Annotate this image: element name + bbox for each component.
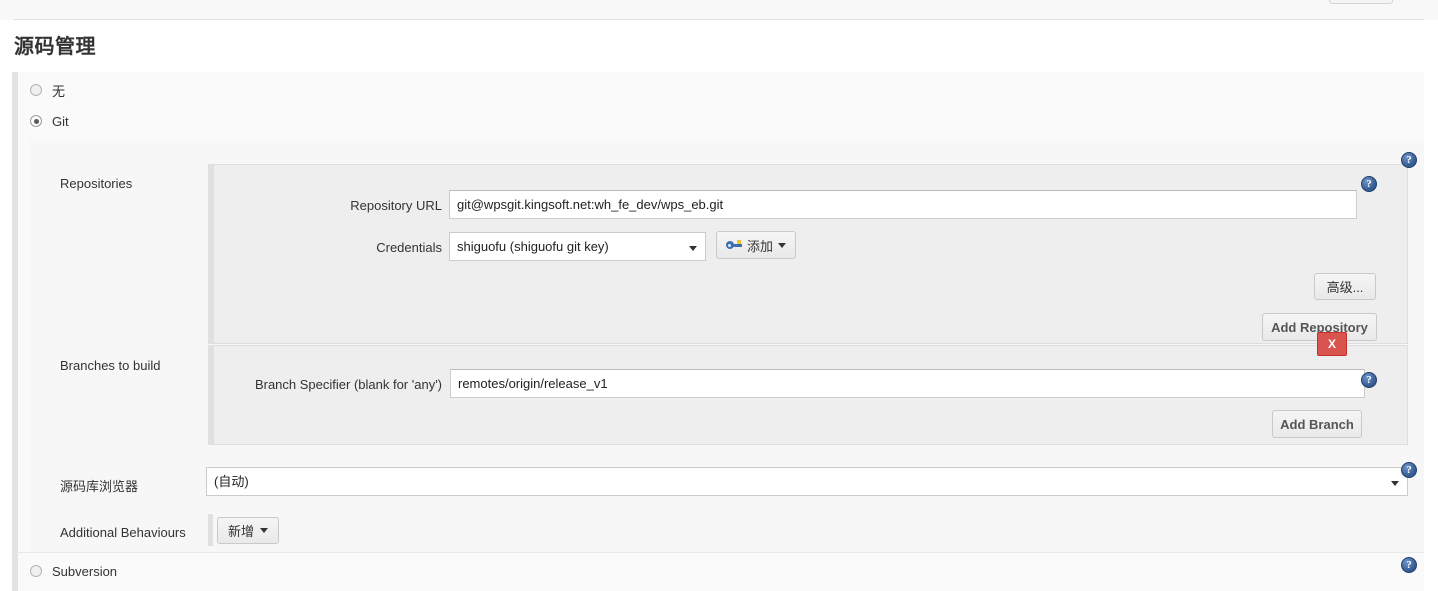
radio-none[interactable] [30,84,42,96]
radio-row-none[interactable]: 无 [30,81,65,99]
repository-url-label: Repository URL [254,198,442,213]
radio-label-none: 无 [52,81,65,100]
credentials-label: Credentials [254,240,442,255]
help-icon-repository-url[interactable]: ? [1361,176,1377,192]
help-icon-repository-browser[interactable]: ? [1401,462,1417,478]
credentials-select[interactable]: shiguofu (shiguofu git key) [449,232,706,261]
branches-section: Branches to build X Branch Specifier (bl… [30,337,1424,447]
add-credentials-button[interactable]: 添加 [716,231,796,259]
subversion-section: Subversion [12,553,1424,591]
additional-behaviours-tab [208,514,213,546]
top-divider [14,19,1424,20]
scm-section: 无 Git Repositories Repository URL git@wp… [12,72,1424,552]
add-behaviour-label: 新增 [228,521,254,540]
key-icon [726,240,742,250]
add-credentials-label: 添加 [747,236,773,255]
chevron-down-icon [260,528,268,533]
radio-git[interactable] [30,115,42,127]
repository-browser-select[interactable]: (自动) [206,467,1408,496]
radio-row-git[interactable]: Git [30,112,69,130]
branch-specifier-input[interactable]: remotes/origin/release_v1 [450,369,1365,398]
repositories-panel: Repository URL git@wpsgit.kingsoft.net:w… [213,164,1408,344]
help-icon-scm[interactable]: ? [1401,152,1417,168]
radio-subversion[interactable] [30,565,42,577]
branch-specifier-label: Branch Specifier (blank for 'any') [214,377,442,392]
radio-label-git: Git [52,114,69,129]
git-config-area: Repositories Repository URL git@wpsgit.k… [30,140,1424,552]
chevron-down-icon [778,243,786,248]
repository-browser-label: 源码库浏览器 [60,476,138,495]
radio-label-subversion: Subversion [52,564,117,579]
top-strip [0,0,1438,20]
repositories-section: Repositories Repository URL git@wpsgit.k… [30,156,1424,342]
help-icon-subversion[interactable]: ? [1401,557,1417,573]
radio-row-subversion[interactable]: Subversion [30,562,117,580]
add-behaviour-button[interactable]: 新增 [217,517,279,544]
advanced-button[interactable]: 高级... [1314,273,1376,300]
help-icon-branch-specifier[interactable]: ? [1361,372,1377,388]
repository-url-input[interactable]: git@wpsgit.kingsoft.net:wh_fe_dev/wps_eb… [449,190,1357,219]
add-branch-button[interactable]: Add Branch [1272,410,1362,438]
page-title: 源码管理 [14,30,96,59]
delete-branch-button[interactable]: X [1317,332,1347,356]
branches-section-label: Branches to build [60,358,160,373]
cut-off-button-above[interactable] [1329,0,1393,4]
additional-behaviours-label: Additional Behaviours [60,525,186,540]
branches-panel: X Branch Specifier (blank for 'any') rem… [213,345,1408,445]
repositories-section-label: Repositories [60,176,132,191]
